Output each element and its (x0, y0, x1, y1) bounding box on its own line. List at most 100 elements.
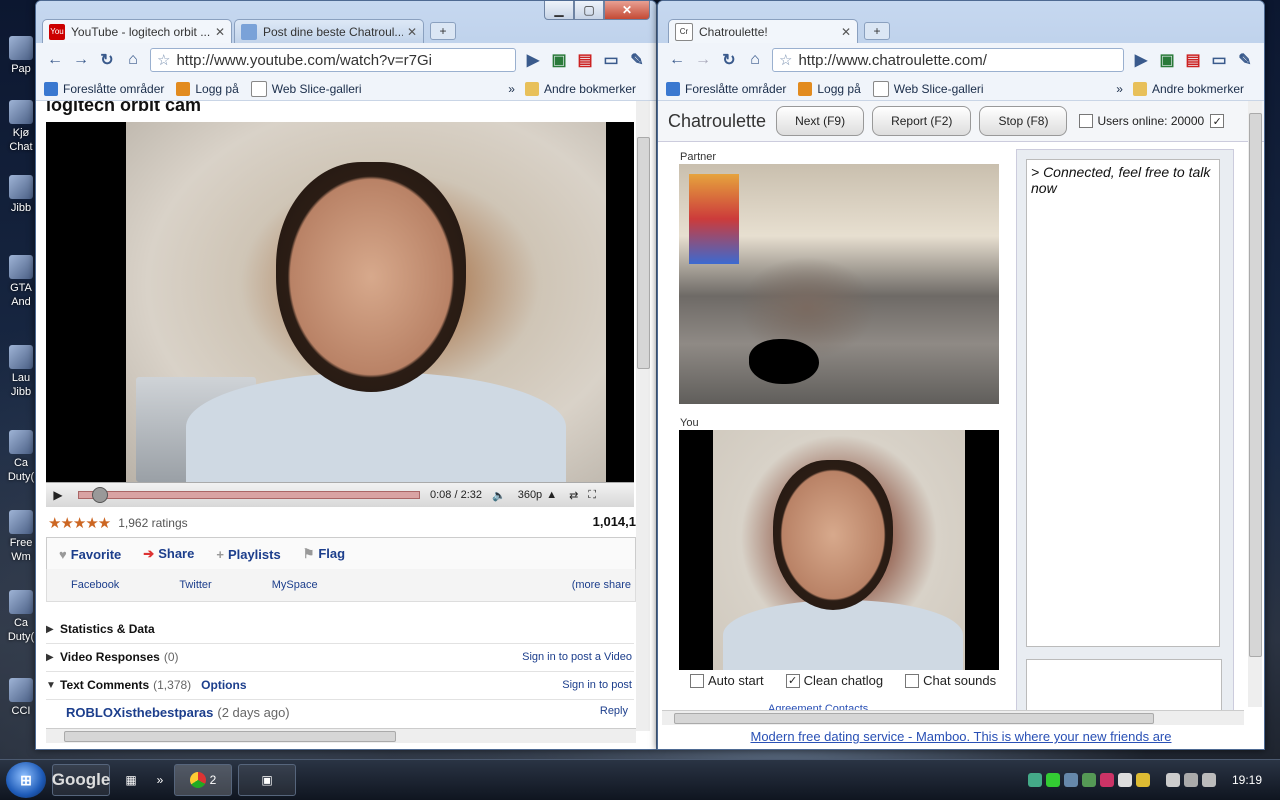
next-button[interactable]: Next (F9) (776, 106, 865, 136)
flag-button[interactable]: ⚑ Flag (303, 546, 345, 562)
checkbox[interactable] (1079, 114, 1094, 128)
report-button[interactable]: Report (F2) (872, 106, 972, 136)
video-responses-section[interactable]: ▶ Video Responses (0) Sign in to post a … (46, 643, 634, 672)
dating-ad-link[interactable]: Modern free dating service - Mamboo. Thi… (658, 725, 1264, 749)
popout-icon[interactable]: ⇄ (569, 489, 578, 502)
bookmarks-overflow-chevron[interactable]: » (508, 82, 515, 96)
desktop-shortcut[interactable]: Jibb (4, 175, 38, 215)
reply-link[interactable]: Reply (600, 705, 628, 720)
translate-extension-icon[interactable]: ▣ (546, 48, 572, 72)
bookmark-suggested-sites[interactable]: Foreslåtte områder (666, 81, 786, 96)
tray-icon[interactable] (1117, 773, 1132, 787)
text-comments-section[interactable]: ▼ Text Comments (1,378) Options Sign in … (46, 671, 634, 700)
chat-sounds-checkbox[interactable]: Chat sounds (905, 673, 996, 688)
desktop-shortcut[interactable]: Free Wm (4, 510, 38, 564)
desktop-shortcut[interactable]: GTA And (4, 255, 38, 309)
horizontal-scrollbar[interactable] (46, 728, 636, 743)
back-arrow-icon[interactable]: ← (42, 48, 68, 72)
users-online-option[interactable]: Users online: 20000 ✓ (1079, 114, 1228, 128)
battery-icon[interactable] (1165, 773, 1180, 787)
wrench-menu-icon[interactable]: ✎ (1232, 48, 1258, 72)
more-share-link[interactable]: (more share (572, 579, 631, 591)
app-taskbar-button[interactable]: ▣ (238, 764, 296, 796)
clean-chatlog-checkbox[interactable]: ✓ Clean chatlog (785, 673, 883, 688)
taskbar-overflow-chevron[interactable]: » (152, 764, 168, 796)
start-button[interactable]: ⊞ (6, 762, 46, 798)
bookmark-sign-in[interactable]: Logg på (798, 81, 861, 96)
reload-icon[interactable]: ↻ (94, 48, 120, 72)
reload-icon[interactable]: ↻ (716, 48, 742, 72)
seek-knob[interactable] (92, 487, 108, 503)
bookmark-sign-in[interactable]: Logg på (176, 81, 239, 96)
checkbox[interactable]: ✓ (1210, 114, 1225, 128)
comment-options-link[interactable]: Options (201, 678, 246, 692)
page-menu-icon[interactable]: ▭ (598, 48, 624, 72)
tab-close-icon[interactable]: ✕ (841, 25, 851, 39)
scroll-thumb[interactable] (674, 713, 1154, 724)
statistics-section[interactable]: ▶ Statistics & Data (46, 615, 634, 644)
pdf-extension-icon[interactable]: ▤ (572, 48, 598, 72)
chat-input[interactable] (1026, 659, 1222, 711)
home-icon[interactable]: ⌂ (120, 48, 146, 72)
other-bookmarks[interactable]: Andre bokmerker (524, 81, 636, 96)
sign-in-post-video-link[interactable]: Sign in to post a Video (522, 651, 632, 663)
wrench-menu-icon[interactable]: ✎ (624, 48, 650, 72)
vertical-scrollbar[interactable] (1248, 101, 1262, 707)
tab-close-icon[interactable]: ✕ (215, 25, 225, 39)
share-myspace-link[interactable]: MySpace (272, 579, 318, 591)
volume-icon[interactable]: 🔈 (492, 489, 506, 502)
tab-chatroulette[interactable]: Cr Chatroulette! ✕ (668, 19, 858, 43)
vertical-scrollbar[interactable] (636, 101, 650, 731)
bookmark-star-icon[interactable]: ☆ (779, 51, 792, 69)
desktop-shortcut[interactable]: Kjø Chat (4, 100, 38, 154)
pdf-extension-icon[interactable]: ▤ (1180, 48, 1206, 72)
play-icon[interactable]: ▶ (46, 488, 70, 502)
comment-author[interactable]: ROBLOXisthebestparas (66, 705, 213, 720)
bookmark-star-icon[interactable]: ☆ (157, 51, 170, 69)
google-taskbar-button[interactable]: Google (52, 764, 110, 796)
auto-start-checkbox[interactable]: Auto start (690, 673, 764, 688)
page-menu-icon[interactable]: ▭ (1206, 48, 1232, 72)
back-arrow-icon[interactable]: ← (664, 48, 690, 72)
clock[interactable]: 19:19 (1232, 773, 1262, 787)
tray-icon[interactable] (1063, 773, 1078, 787)
scroll-thumb[interactable] (637, 137, 650, 369)
quality-up-icon[interactable]: ▲ (546, 489, 557, 501)
new-tab-button[interactable]: + (864, 22, 890, 40)
favorite-button[interactable]: ♥ Favorite (59, 547, 121, 562)
home-icon[interactable]: ⌂ (742, 48, 768, 72)
tray-icon[interactable] (1099, 773, 1114, 787)
scroll-thumb[interactable] (1249, 113, 1262, 657)
share-facebook-link[interactable]: Facebook (71, 579, 119, 591)
desktop-shortcut[interactable]: Ca Duty( (4, 430, 38, 484)
address-bar[interactable]: ☆ http://www.chatroulette.com/ (772, 48, 1124, 72)
bookmark-web-slice[interactable]: Web Slice-galleri (250, 80, 362, 97)
checkbox-checked[interactable]: ✓ (785, 673, 800, 688)
fullscreen-icon[interactable]: ⛶ (588, 489, 596, 502)
go-arrow-icon[interactable]: ▶ (1128, 48, 1154, 72)
playlists-button[interactable]: + Playlists (216, 547, 280, 562)
checkbox[interactable] (905, 673, 920, 688)
tray-icon[interactable] (1081, 773, 1096, 787)
rating-stars[interactable]: ★★★★★ (48, 514, 111, 532)
checkbox[interactable] (690, 673, 704, 688)
chrome-taskbar-button[interactable]: 2 (174, 764, 232, 796)
tray-icon[interactable] (1135, 773, 1150, 787)
desktop-shortcut[interactable]: Pap (4, 36, 38, 76)
share-twitter-link[interactable]: Twitter (179, 579, 211, 591)
forward-arrow-icon[interactable]: → (690, 48, 716, 72)
desktop-shortcut[interactable]: Lau Jibb (4, 345, 38, 399)
desktop-shortcut[interactable]: Ca Duty( (4, 590, 38, 644)
tray-icon[interactable] (1027, 773, 1042, 787)
bookmarks-overflow-chevron[interactable]: » (1116, 82, 1123, 96)
tab-post-chatroulette[interactable]: Post dine beste Chatroul... ✕ (234, 19, 424, 43)
stop-button[interactable]: Stop (F8) (979, 106, 1068, 136)
tray-icon[interactable] (1045, 773, 1060, 787)
show-desktop-icon[interactable]: ▦ (116, 764, 146, 796)
new-tab-button[interactable]: + (430, 22, 456, 40)
tab-youtube[interactable]: You YouTube - logitech orbit ... ✕ (42, 19, 232, 43)
other-bookmarks[interactable]: Andre bokmerker (1132, 81, 1244, 96)
sign-in-post-link[interactable]: Sign in to post (562, 679, 632, 691)
forward-arrow-icon[interactable]: → (68, 48, 94, 72)
bookmark-suggested-sites[interactable]: Foreslåtte områder (44, 81, 164, 96)
